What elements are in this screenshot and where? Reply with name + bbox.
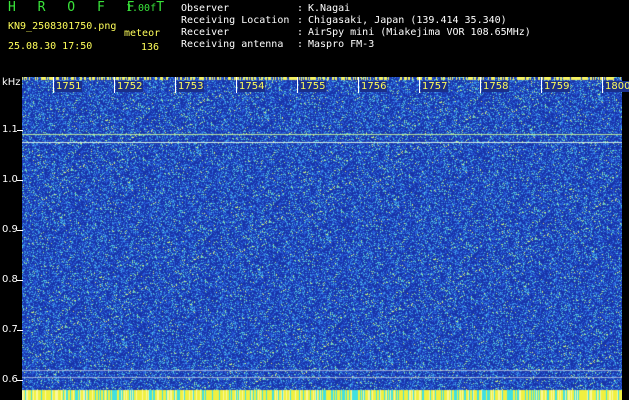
observation-datetime: 25.08.30 17:50 — [8, 41, 93, 52]
x-tick-mark — [297, 77, 298, 93]
x-tick-label: 1755 — [299, 81, 327, 92]
info-key-location: Receiving Location — [181, 15, 290, 26]
app-version: 1.00f — [126, 3, 157, 14]
info-sep: : — [297, 39, 304, 50]
info-sep: : — [297, 27, 304, 38]
x-tick-label: 1752 — [116, 81, 144, 92]
x-tick-label: 1800 — [604, 81, 629, 92]
y-tick-label: 0.7 — [2, 324, 18, 335]
meteor-count-label: meteor — [124, 28, 161, 39]
y-tick-label: 0.8 — [2, 274, 18, 285]
info-value-antenna: Maspro FM-3 — [308, 39, 375, 50]
x-tick-mark — [602, 77, 603, 93]
x-tick-label: 1751 — [55, 81, 83, 92]
y-axis-unit: kHz — [2, 77, 21, 88]
info-sep: : — [297, 15, 304, 26]
info-value-observer: K.Nagai — [308, 3, 351, 14]
header-panel: H R O F F T 1.00f KN9_2508301750.png 25.… — [0, 0, 629, 76]
info-value-location: Chigasaki, Japan (139.414 35.340) — [308, 15, 507, 26]
info-value-receiver: AirSpy mini (Miakejima VOR 108.65MHz) — [308, 27, 531, 38]
x-tick-label: 1754 — [238, 81, 266, 92]
x-tick-mark — [236, 77, 237, 93]
y-tick-mark — [17, 280, 23, 281]
file-name: KN9_2508301750.png — [8, 21, 117, 32]
x-tick-label: 1759 — [543, 81, 571, 92]
x-tick-label: 1756 — [360, 81, 388, 92]
x-tick-label: 1753 — [177, 81, 205, 92]
x-tick-mark — [541, 77, 542, 93]
y-tick-mark — [17, 330, 23, 331]
info-sep: : — [297, 3, 304, 14]
spectrogram-canvas — [22, 77, 622, 400]
x-tick-mark — [480, 77, 481, 93]
x-tick-mark — [419, 77, 420, 93]
x-tick-mark — [53, 77, 54, 93]
info-key-receiver: Receiver — [181, 27, 230, 38]
y-tick-label: 0.6 — [2, 374, 18, 385]
y-tick-label: 1.0 — [2, 174, 18, 185]
y-tick-label: 0.9 — [2, 224, 18, 235]
x-tick-label: 1758 — [482, 81, 510, 92]
y-tick-label: 1.1 — [2, 124, 18, 135]
x-tick-mark — [175, 77, 176, 93]
y-tick-mark — [17, 380, 23, 381]
y-tick-mark — [17, 230, 23, 231]
x-tick-mark — [114, 77, 115, 93]
x-tick-mark — [358, 77, 359, 93]
info-key-observer: Observer — [181, 3, 230, 14]
info-key-antenna: Receiving antenna — [181, 39, 284, 50]
y-tick-mark — [17, 180, 23, 181]
x-tick-label: 1757 — [421, 81, 449, 92]
meteor-count-value: 136 — [141, 42, 160, 53]
y-tick-mark — [17, 130, 23, 131]
spectrogram[interactable] — [22, 77, 622, 400]
